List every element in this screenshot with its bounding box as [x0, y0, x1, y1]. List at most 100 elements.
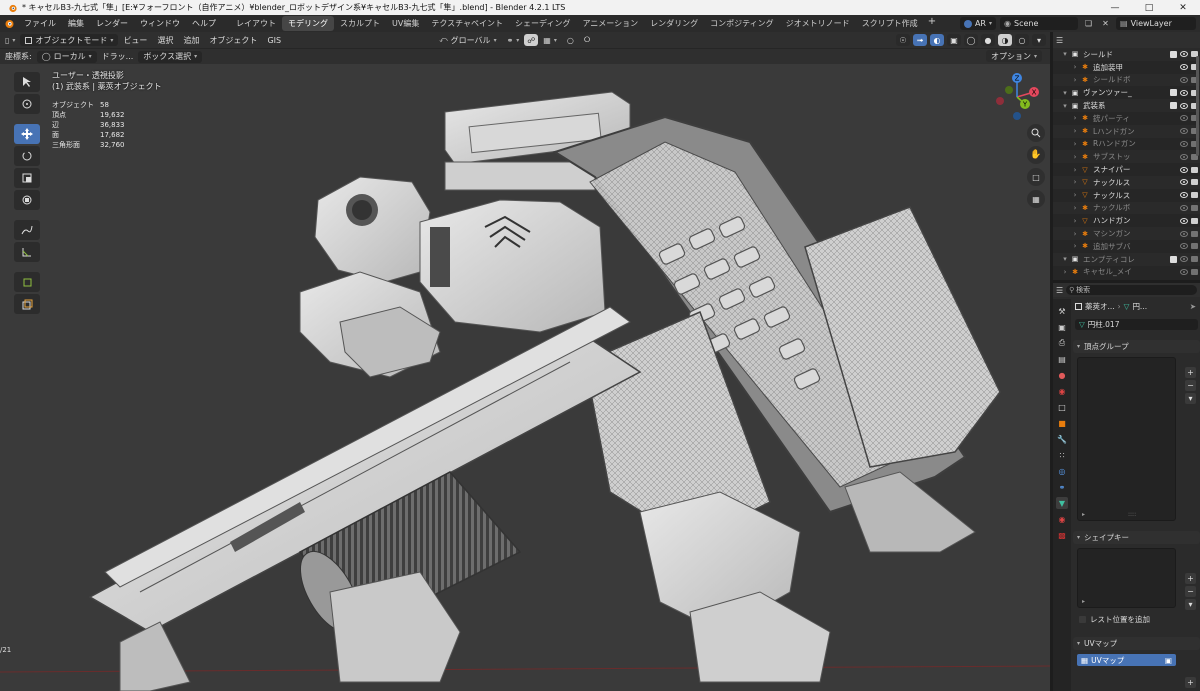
overlay-toggle-icon[interactable]: ◐ — [930, 34, 944, 46]
eye-icon[interactable] — [1180, 128, 1188, 135]
xray-toggle-icon[interactable]: ▣ — [947, 34, 961, 46]
close-button[interactable]: ✕ — [1166, 0, 1200, 15]
modifier-tab-icon[interactable]: 🔧 — [1056, 433, 1068, 445]
eye-icon[interactable] — [1180, 51, 1188, 58]
eye-icon[interactable] — [1180, 89, 1188, 96]
outliner-editor-icon[interactable]: ☰ — [1056, 36, 1063, 45]
list-resize-icon[interactable]: ▸ — [1082, 598, 1085, 605]
tool-tab-icon[interactable]: ⚒ — [1056, 305, 1068, 317]
relative-checkbox-row[interactable]: レスト位置を追加 — [1073, 614, 1200, 625]
scale-tool-icon[interactable] — [14, 168, 40, 188]
outliner-row[interactable]: › ✱ マシンガン — [1053, 227, 1200, 240]
uv-map-list-item[interactable]: ▦ UVマップ ▣ — [1077, 654, 1176, 666]
shape-keys-list[interactable]: ▸ — [1077, 548, 1176, 608]
menu-window[interactable]: ウィンドウ — [134, 18, 186, 29]
render-tab-icon[interactable]: ▣ — [1056, 321, 1068, 333]
menu-add[interactable]: 追加 — [178, 33, 204, 47]
material-tab-icon[interactable]: ◉ — [1056, 513, 1068, 525]
outliner-row[interactable]: › ✱ ナックルボ — [1053, 201, 1200, 215]
material-shading-icon[interactable]: ◑ — [998, 34, 1012, 46]
tab-shading[interactable]: シェーディング — [509, 16, 576, 31]
mode-select[interactable]: オブジェクトモード ▾ — [20, 34, 119, 46]
eye-icon[interactable] — [1180, 256, 1188, 263]
chevron-right-icon[interactable]: › — [1061, 268, 1069, 276]
tab-uv-editing[interactable]: UV編集 — [386, 16, 425, 31]
camera-icon[interactable] — [1191, 192, 1198, 199]
eye-icon[interactable] — [1180, 102, 1188, 109]
add-shape-key-button[interactable]: + — [1185, 573, 1196, 584]
view-layer-tab-icon[interactable]: ▤ — [1056, 353, 1068, 365]
extrude-tool-icon[interactable] — [14, 294, 40, 314]
chevron-right-icon[interactable]: › — [1071, 114, 1079, 122]
options-dropdown[interactable]: オプション ▾ — [985, 50, 1042, 62]
collection-tab-icon[interactable]: □ — [1056, 401, 1068, 413]
zoom-icon[interactable] — [1027, 124, 1045, 142]
pin-icon[interactable]: ➤ — [1190, 302, 1196, 311]
outliner-row[interactable]: ▾ ▣ 武装系 — [1053, 99, 1200, 112]
outliner-row[interactable]: ▾ ▣ シールド — [1053, 48, 1200, 61]
shading-options-icon[interactable]: ▾ — [1032, 34, 1046, 46]
tab-layout[interactable]: レイアウト — [230, 16, 282, 31]
menu-gis[interactable]: GIS — [262, 33, 286, 47]
scene-tab-icon[interactable]: ● — [1056, 369, 1068, 381]
menu-view[interactable]: ビュー — [118, 33, 152, 47]
chevron-right-icon[interactable]: › — [1071, 242, 1079, 250]
outliner-row[interactable]: › ▽ ナックルス — [1053, 189, 1200, 202]
add-workspace-button[interactable]: + — [924, 16, 940, 31]
vertex-groups-panel-header[interactable]: ▾ 頂点グループ — [1073, 340, 1200, 353]
outliner-row[interactable]: › ✱ キャセル_メイ — [1053, 266, 1200, 279]
chevron-right-icon[interactable]: › — [1071, 76, 1079, 84]
snap-toggle-icon[interactable]: ☍ — [524, 34, 539, 46]
eye-icon[interactable] — [1180, 230, 1188, 237]
outliner-row[interactable]: › ✱ Lハンドガン — [1053, 124, 1200, 138]
measure-tool-icon[interactable] — [14, 242, 40, 262]
physics-tab-icon[interactable]: ◎ — [1056, 465, 1068, 477]
solid-shading-icon[interactable]: ● — [981, 34, 995, 46]
tab-sculpt[interactable]: スカルプト — [334, 16, 386, 31]
eye-icon[interactable] — [1180, 243, 1188, 250]
chevron-right-icon[interactable]: › — [1071, 217, 1079, 225]
eye-icon[interactable] — [1180, 115, 1188, 122]
chevron-right-icon[interactable]: › — [1071, 153, 1079, 161]
camera-icon[interactable] — [1191, 268, 1198, 275]
cursor-tool-icon[interactable] — [14, 94, 40, 114]
eye-icon[interactable] — [1180, 153, 1188, 160]
chevron-right-icon[interactable]: › — [1071, 140, 1079, 148]
pan-hand-icon[interactable]: ✋ — [1027, 146, 1045, 164]
move-tool-icon[interactable] — [14, 124, 40, 144]
chevron-down-icon[interactable]: ▾ — [1061, 255, 1069, 263]
view-layer-select[interactable]: ▤ ViewLayer — [1116, 17, 1196, 30]
vertex-groups-list[interactable]: ▸ :::: — [1077, 357, 1176, 521]
chevron-right-icon[interactable]: › — [1071, 166, 1079, 174]
menu-edit[interactable]: 編集 — [62, 18, 90, 29]
chevron-right-icon[interactable]: › — [1071, 191, 1079, 199]
exclude-checkbox[interactable] — [1170, 102, 1177, 110]
list-grip-icon[interactable]: :::: — [1128, 511, 1136, 518]
tab-rendering[interactable]: レンダリング — [644, 16, 704, 31]
outliner-row[interactable]: › ▽ スナイパー — [1053, 163, 1200, 176]
blender-logo-icon[interactable] — [0, 15, 18, 32]
maximize-button[interactable]: □ — [1132, 0, 1166, 15]
chevron-down-icon[interactable]: ▾ — [1061, 50, 1069, 58]
chevron-right-icon[interactable]: › — [1071, 230, 1079, 238]
shape-keys-panel-header[interactable]: ▾ シェイプキー — [1073, 531, 1200, 544]
menu-file[interactable]: ファイル — [18, 18, 62, 29]
eye-icon[interactable] — [1180, 192, 1188, 199]
camera-view-icon[interactable]: □ — [1027, 168, 1045, 186]
camera-icon[interactable] — [1191, 243, 1198, 250]
render-engine-select[interactable]: AR ▾ — [959, 17, 996, 30]
coord-system-select[interactable]: ◯ ローカル ▾ — [36, 50, 97, 63]
rotate-tool-icon[interactable] — [14, 146, 40, 166]
drag-select[interactable]: ボックス選択 ▾ — [138, 50, 203, 63]
rendered-shading-icon[interactable]: ○ — [1015, 34, 1029, 46]
tab-modeling[interactable]: モデリング — [282, 16, 334, 31]
editor-type-button[interactable]: ▯ ▾ — [0, 33, 20, 47]
eye-icon[interactable] — [1180, 179, 1188, 186]
proportional-edit-icon[interactable]: ○ — [562, 33, 579, 47]
annotate-tool-icon[interactable] — [14, 220, 40, 240]
camera-icon[interactable] — [1191, 230, 1198, 237]
snap-target-select[interactable]: ▦ ▾ — [538, 33, 562, 47]
texture-tab-icon[interactable]: ▩ — [1056, 529, 1068, 541]
add-cube-tool-icon[interactable] — [14, 272, 40, 292]
camera-icon[interactable] — [1191, 256, 1198, 263]
